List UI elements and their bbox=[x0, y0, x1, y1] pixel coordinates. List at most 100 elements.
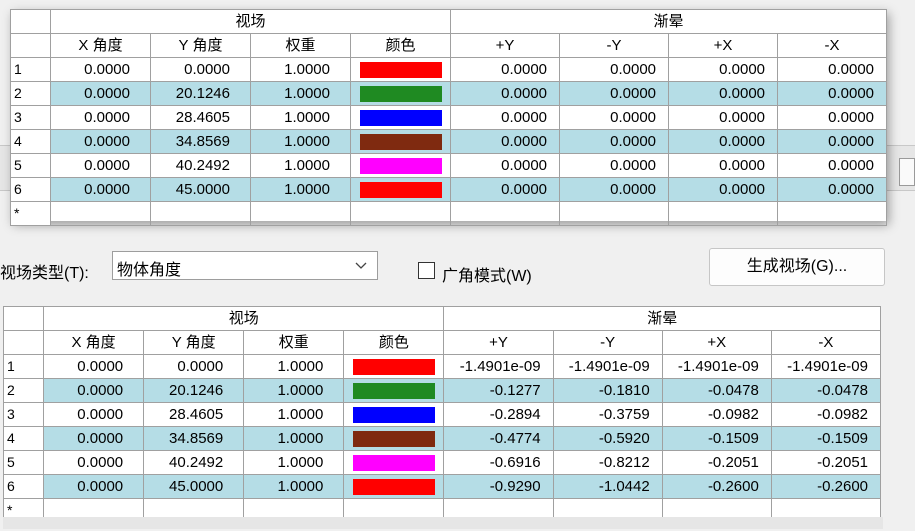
minus-x-cell[interactable]: 0.0000 bbox=[777, 129, 888, 154]
color-cell[interactable] bbox=[349, 57, 452, 82]
minus-y-cell[interactable]: 0.0000 bbox=[559, 81, 670, 106]
table-row[interactable]: 5 0.0000 40.2492 1.0000 0.0000 0.0000 0.0000 0.… bbox=[10, 153, 888, 178]
row-header[interactable]: 3 bbox=[10, 105, 51, 130]
minus-y-cell[interactable]: 0.0000 bbox=[559, 105, 670, 130]
plus-y-cell[interactable]: 0.0000 bbox=[450, 177, 561, 202]
y-angle-cell[interactable]: 20.1246 bbox=[143, 378, 245, 403]
empty-cell[interactable] bbox=[349, 201, 452, 226]
plus-y-cell[interactable]: -0.2894 bbox=[443, 402, 554, 427]
plus-y-cell[interactable]: -1.4901e-09 bbox=[443, 354, 554, 379]
weight-cell[interactable]: 1.0000 bbox=[250, 129, 351, 154]
plus-x-cell[interactable]: 0.0000 bbox=[668, 81, 779, 106]
plus-x-cell[interactable]: 0.0000 bbox=[668, 105, 779, 130]
weight-cell[interactable]: 1.0000 bbox=[243, 426, 345, 451]
minus-x-cell[interactable]: 0.0000 bbox=[777, 105, 888, 130]
y-angle-cell[interactable]: 28.4605 bbox=[143, 402, 245, 427]
weight-cell[interactable]: 1.0000 bbox=[250, 177, 351, 202]
plus-x-cell[interactable]: 0.0000 bbox=[668, 153, 779, 178]
row-header[interactable]: 2 bbox=[2, 378, 45, 403]
minus-x-cell[interactable]: 0.0000 bbox=[777, 57, 888, 82]
weight-cell[interactable]: 1.0000 bbox=[250, 105, 351, 130]
col-header-y-angle[interactable]: Y 角度 bbox=[150, 33, 251, 58]
table-row[interactable]: 2 0.0000 20.1246 1.0000 -0.1277 -0.1810 -0.047… bbox=[2, 378, 882, 403]
x-angle-cell[interactable]: 0.0000 bbox=[50, 153, 151, 178]
weight-cell[interactable]: 1.0000 bbox=[243, 378, 345, 403]
col-header-minus-y[interactable]: -Y bbox=[552, 330, 663, 355]
minus-y-cell[interactable]: -0.1810 bbox=[552, 378, 663, 403]
x-angle-cell[interactable]: 0.0000 bbox=[50, 105, 151, 130]
col-header-x-angle[interactable]: X 角度 bbox=[43, 330, 145, 355]
plus-y-cell[interactable]: 0.0000 bbox=[450, 81, 561, 106]
minus-x-cell[interactable]: 0.0000 bbox=[777, 81, 888, 106]
wide-angle-checkbox[interactable] bbox=[418, 262, 435, 279]
y-angle-cell[interactable]: 20.1246 bbox=[150, 81, 251, 106]
row-header[interactable]: 2 bbox=[10, 81, 51, 106]
col-header-minus-x[interactable]: -X bbox=[777, 33, 888, 58]
y-angle-cell[interactable]: 0.0000 bbox=[150, 57, 251, 82]
table-row[interactable]: 5 0.0000 40.2492 1.0000 -0.6916 -0.8212 -0.205… bbox=[2, 450, 882, 475]
minus-y-cell[interactable]: 0.0000 bbox=[559, 177, 670, 202]
table-row[interactable]: 6 0.0000 45.0000 1.0000 0.0000 0.0000 0.0000 0.… bbox=[10, 177, 888, 202]
plus-x-cell[interactable]: -0.0478 bbox=[661, 378, 772, 403]
col-header-plus-y[interactable]: +Y bbox=[443, 330, 554, 355]
weight-cell[interactable]: 1.0000 bbox=[243, 402, 345, 427]
col-header-plus-y[interactable]: +Y bbox=[450, 33, 561, 58]
weight-cell[interactable]: 1.0000 bbox=[250, 57, 351, 82]
col-header-plus-x[interactable]: +X bbox=[668, 33, 779, 58]
color-cell[interactable] bbox=[349, 177, 452, 202]
color-cell[interactable] bbox=[343, 378, 445, 403]
weight-cell[interactable]: 1.0000 bbox=[243, 474, 345, 499]
empty-cell[interactable] bbox=[668, 201, 779, 226]
plus-y-cell[interactable]: -0.6916 bbox=[443, 450, 554, 475]
minus-y-cell[interactable]: -0.5920 bbox=[552, 426, 663, 451]
weight-cell[interactable]: 1.0000 bbox=[250, 153, 351, 178]
row-header[interactable]: 5 bbox=[2, 450, 45, 475]
empty-cell[interactable] bbox=[150, 201, 251, 226]
y-angle-cell[interactable]: 34.8569 bbox=[143, 426, 245, 451]
minus-x-cell[interactable]: -0.0478 bbox=[770, 378, 882, 403]
minus-y-cell[interactable]: 0.0000 bbox=[559, 153, 670, 178]
col-header-y-angle[interactable]: Y 角度 bbox=[143, 330, 245, 355]
col-header-minus-x[interactable]: -X bbox=[770, 330, 882, 355]
minus-y-cell[interactable]: -1.4901e-09 bbox=[552, 354, 663, 379]
x-angle-cell[interactable]: 0.0000 bbox=[43, 450, 145, 475]
row-header[interactable]: 6 bbox=[2, 474, 45, 499]
minus-x-cell[interactable]: -0.2051 bbox=[770, 450, 882, 475]
weight-cell[interactable]: 1.0000 bbox=[243, 354, 345, 379]
generate-fields-button[interactable]: 生成视场(G)... bbox=[709, 248, 885, 286]
minus-y-cell[interactable]: -0.3759 bbox=[552, 402, 663, 427]
x-angle-cell[interactable]: 0.0000 bbox=[50, 81, 151, 106]
col-header-color[interactable]: 颜色 bbox=[343, 330, 445, 355]
empty-cell[interactable] bbox=[250, 201, 351, 226]
col-header-minus-y[interactable]: -Y bbox=[559, 33, 670, 58]
wide-angle-label[interactable]: 广角模式(W) bbox=[442, 262, 532, 286]
col-header-weight[interactable]: 权重 bbox=[243, 330, 345, 355]
minus-x-cell[interactable]: -0.2600 bbox=[770, 474, 882, 499]
col-header-color[interactable]: 颜色 bbox=[349, 33, 452, 58]
plus-y-cell[interactable]: -0.1277 bbox=[443, 378, 554, 403]
color-cell[interactable] bbox=[343, 402, 445, 427]
color-cell[interactable] bbox=[349, 153, 452, 178]
plus-y-cell[interactable]: 0.0000 bbox=[450, 105, 561, 130]
minus-x-cell[interactable]: 0.0000 bbox=[777, 153, 888, 178]
new-row-marker[interactable]: * bbox=[10, 201, 51, 226]
y-angle-cell[interactable]: 45.0000 bbox=[150, 177, 251, 202]
plus-x-cell[interactable]: -0.0982 bbox=[661, 402, 772, 427]
empty-cell[interactable] bbox=[50, 201, 151, 226]
y-angle-cell[interactable]: 40.2492 bbox=[150, 153, 251, 178]
minus-y-cell[interactable]: 0.0000 bbox=[559, 57, 670, 82]
plus-y-cell[interactable]: 0.0000 bbox=[450, 129, 561, 154]
y-angle-cell[interactable]: 28.4605 bbox=[150, 105, 251, 130]
minus-y-cell[interactable]: -0.8212 bbox=[552, 450, 663, 475]
table-row[interactable]: 3 0.0000 28.4605 1.0000 -0.2894 -0.3759 -0.098… bbox=[2, 402, 882, 427]
plus-x-cell[interactable]: 0.0000 bbox=[668, 177, 779, 202]
plus-x-cell[interactable]: 0.0000 bbox=[668, 129, 779, 154]
plus-x-cell[interactable]: -1.4901e-09 bbox=[661, 354, 772, 379]
table-row[interactable]: 4 0.0000 34.8569 1.0000 -0.4774 -0.5920 -0.150… bbox=[2, 426, 882, 451]
minus-x-cell[interactable]: 0.0000 bbox=[777, 177, 888, 202]
table-row[interactable]: 2 0.0000 20.1246 1.0000 0.0000 0.0000 0.0000 0.… bbox=[10, 81, 888, 106]
x-angle-cell[interactable]: 0.0000 bbox=[43, 426, 145, 451]
new-row[interactable]: * bbox=[10, 201, 888, 226]
y-angle-cell[interactable]: 45.0000 bbox=[143, 474, 245, 499]
table-row[interactable]: 3 0.0000 28.4605 1.0000 0.0000 0.0000 0.0000 0.… bbox=[10, 105, 888, 130]
